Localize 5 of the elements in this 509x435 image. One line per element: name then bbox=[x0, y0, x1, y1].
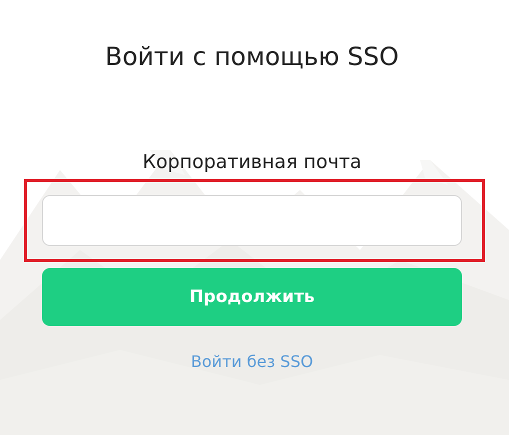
login-without-sso-link[interactable]: Войти без SSO bbox=[190, 352, 314, 371]
field-label: Корпоративная почта bbox=[142, 151, 362, 173]
page-title: Войти с помощью SSO bbox=[105, 42, 399, 71]
continue-button[interactable]: Продолжить bbox=[42, 268, 462, 326]
email-field[interactable] bbox=[42, 195, 462, 246]
